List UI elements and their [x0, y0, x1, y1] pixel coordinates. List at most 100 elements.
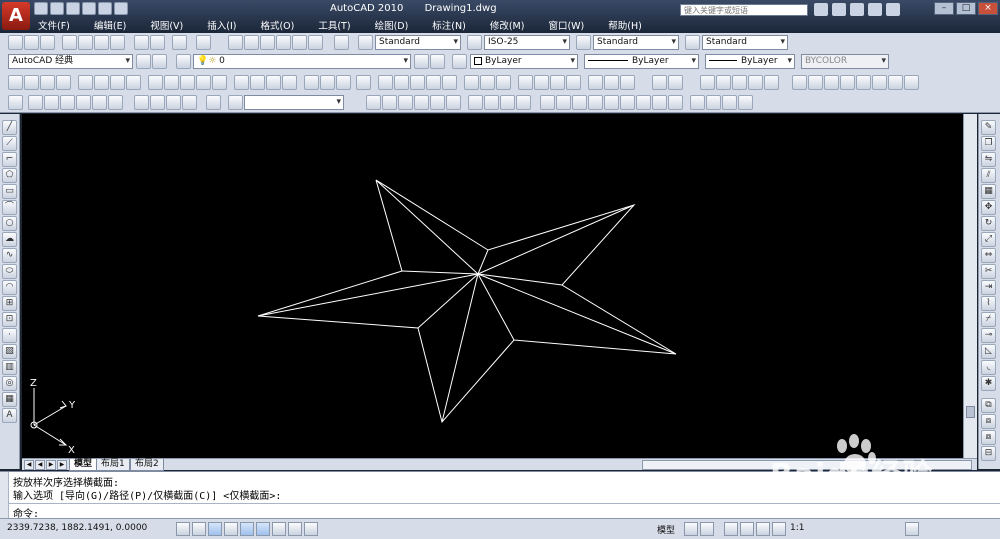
snap-mode-icon[interactable]: [176, 522, 190, 536]
pyramid-icon[interactable]: [134, 95, 149, 110]
array-3d-icon[interactable]: [636, 95, 651, 110]
erase-icon[interactable]: ✎: [981, 120, 996, 135]
torus-icon[interactable]: [108, 95, 123, 110]
dynamic-ucs-icon[interactable]: [272, 522, 286, 536]
table-icon[interactable]: ▦: [2, 392, 17, 407]
snap-temporary-icon[interactable]: [356, 75, 371, 90]
3d-dwf-icon[interactable]: [110, 35, 125, 50]
offset-icon[interactable]: ⫽: [981, 168, 996, 183]
table-style-icon[interactable]: [576, 35, 591, 50]
text-style-select[interactable]: Standard: [375, 35, 461, 50]
snap-midpoint-icon[interactable]: [394, 75, 409, 90]
extrude-icon[interactable]: [182, 95, 197, 110]
ellipse-arc-icon[interactable]: ◠: [2, 280, 17, 295]
arc-icon[interactable]: ⌒: [2, 200, 17, 215]
polar-tracking-icon[interactable]: [224, 522, 238, 536]
snap-intersection-icon[interactable]: [410, 75, 425, 90]
move-icon[interactable]: ✥: [981, 200, 996, 215]
workspace-save-icon[interactable]: [152, 54, 167, 69]
explode-icon[interactable]: ✱: [981, 376, 996, 391]
break-at-point-icon[interactable]: ⌇: [981, 296, 996, 311]
drawing-area[interactable]: Z Y X: [22, 114, 963, 458]
helix-icon[interactable]: [150, 95, 165, 110]
visual-style-realistic-icon[interactable]: [732, 75, 747, 90]
tool-palettes-icon[interactable]: [260, 35, 275, 50]
solid-box-icon[interactable]: [366, 95, 381, 110]
open-file-icon[interactable]: [50, 2, 64, 15]
snap-endpoint-icon[interactable]: [378, 75, 393, 90]
dim-angular-icon[interactable]: [126, 75, 141, 90]
ellipse-icon[interactable]: ⬭: [2, 264, 17, 279]
object-snap-tracking-icon[interactable]: [256, 522, 270, 536]
revolve-icon[interactable]: [500, 95, 515, 110]
sweep-icon[interactable]: [484, 95, 499, 110]
snap-insert-icon[interactable]: [550, 75, 565, 90]
paste-icon[interactable]: [150, 35, 165, 50]
dim-arc-icon[interactable]: [40, 75, 55, 90]
dim-space-icon[interactable]: [196, 75, 211, 90]
jogged-linear-icon[interactable]: [282, 75, 297, 90]
visual-style-wire-icon[interactable]: [700, 75, 715, 90]
menu-window[interactable]: 窗口(W): [536, 17, 596, 32]
redo-icon[interactable]: [98, 2, 112, 15]
open-icon[interactable]: [24, 35, 39, 50]
mirror-icon[interactable]: ⇋: [981, 152, 996, 167]
snap-quadrant-icon[interactable]: [480, 75, 495, 90]
solid-cylinder-icon[interactable]: [430, 95, 445, 110]
annotation-scale[interactable]: 1:1: [790, 523, 804, 533]
snap-parallel-icon[interactable]: [534, 75, 549, 90]
tab-layout2[interactable]: 布局2: [130, 459, 164, 471]
design-center-icon[interactable]: [244, 35, 259, 50]
camera-icon[interactable]: [904, 75, 919, 90]
tolerance-icon[interactable]: [234, 75, 249, 90]
navigation-icon[interactable]: [738, 95, 753, 110]
view-top-icon[interactable]: [792, 75, 807, 90]
color-control-icon[interactable]: [452, 54, 467, 69]
minimize-button[interactable]: –: [934, 2, 954, 15]
showmotion-icon[interactable]: [772, 522, 786, 536]
subscription-icon[interactable]: [832, 3, 846, 16]
tab-last-icon[interactable]: ▶: [57, 460, 67, 470]
tab-first-icon[interactable]: ◀: [24, 460, 34, 470]
view-iso-se-icon[interactable]: [856, 75, 871, 90]
rotate-3d-icon[interactable]: [604, 95, 619, 110]
copy-icon[interactable]: ❐: [981, 136, 996, 151]
help-icon[interactable]: [334, 35, 349, 50]
publish-icon[interactable]: [94, 35, 109, 50]
dynamic-input-icon[interactable]: [288, 522, 302, 536]
plot-preview-icon[interactable]: [78, 35, 93, 50]
close-button[interactable]: ×: [978, 2, 998, 15]
slice-icon[interactable]: [668, 95, 683, 110]
quickcalc-icon[interactable]: [308, 35, 323, 50]
make-current-layer-icon[interactable]: [414, 54, 429, 69]
help-icon[interactable]: [886, 3, 900, 16]
text-style-icon[interactable]: [358, 35, 373, 50]
tray-settings-icon[interactable]: [905, 522, 919, 536]
workspace-settings-icon[interactable]: [136, 54, 151, 69]
quick-dim-icon[interactable]: [148, 75, 163, 90]
named-view-select[interactable]: [244, 95, 344, 110]
rectangle-icon[interactable]: ▭: [2, 184, 17, 199]
qnew-icon[interactable]: [8, 35, 23, 50]
steering-wheel-icon[interactable]: [756, 522, 770, 536]
snap-settings-icon[interactable]: [620, 75, 635, 90]
dim-style-select[interactable]: ISO-25: [484, 35, 570, 50]
view-iso-ne-icon[interactable]: [872, 75, 887, 90]
wedge-icon[interactable]: [44, 95, 59, 110]
linetype-select[interactable]: ByLayer: [584, 54, 699, 69]
presspull-icon[interactable]: [206, 95, 221, 110]
zoom-icon[interactable]: [740, 522, 754, 536]
free-orbit-icon[interactable]: [706, 95, 721, 110]
table-style-select[interactable]: Standard: [593, 35, 679, 50]
binoculars-icon[interactable]: [814, 3, 828, 16]
lineweight-select[interactable]: ByLayer: [705, 54, 795, 69]
spline-icon[interactable]: ∿: [2, 248, 17, 263]
dim-linear-icon[interactable]: [8, 75, 23, 90]
gradient-icon[interactable]: ▥: [2, 360, 17, 375]
stretch-icon[interactable]: ⇔: [981, 248, 996, 263]
dim-radius-icon[interactable]: [78, 75, 93, 90]
polyline-icon[interactable]: ⌐: [2, 152, 17, 167]
solid-wedge-icon[interactable]: [382, 95, 397, 110]
align-3d-icon[interactable]: [620, 95, 635, 110]
vertical-scrollbar[interactable]: [963, 114, 977, 458]
